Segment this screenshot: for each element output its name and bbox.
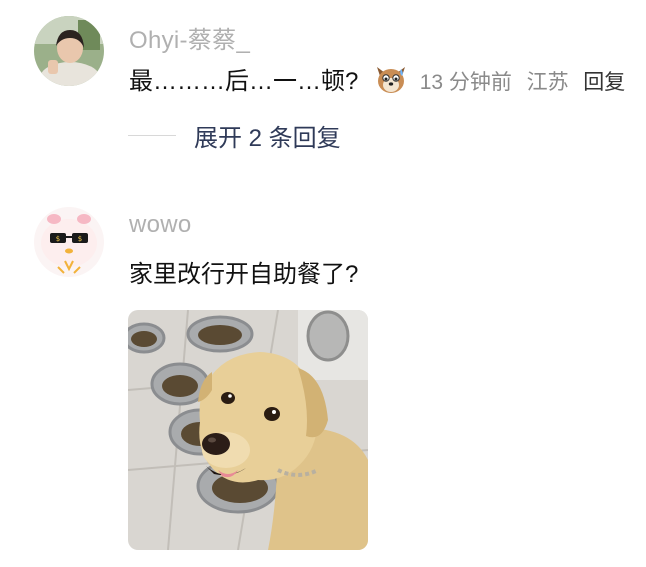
- avatar[interactable]: $ $: [34, 207, 104, 277]
- comment-time: 13 分钟前: [419, 71, 512, 94]
- comment-item: $ $ wowo 家里改行开自助餐了?: [0, 190, 646, 567]
- cartoon-avatar: $ $: [34, 207, 104, 277]
- comment-location: 江苏: [526, 71, 569, 94]
- avatar-photo: [34, 16, 104, 86]
- username[interactable]: Ohyi-蔡蔡_: [129, 20, 250, 55]
- username[interactable]: wowo: [129, 211, 192, 239]
- divider-line: [128, 135, 176, 136]
- svg-text:$: $: [56, 235, 60, 243]
- comment-text: 家里改行开自助餐了?: [129, 261, 359, 288]
- comment-item: Ohyi-蔡蔡_ 最………后…一…顿? 13 分钟前 江苏 回复 展开 2 条回…: [0, 0, 646, 170]
- reply-button[interactable]: 回复: [583, 71, 625, 94]
- expand-replies-label: 展开 2 条回复: [194, 125, 341, 152]
- svg-text:$: $: [78, 235, 82, 243]
- expand-replies-button[interactable]: 展开 2 条回复: [128, 118, 341, 153]
- dog-face-sweat-icon: [373, 63, 409, 102]
- dog-with-food-bowls-photo[interactable]: [128, 310, 368, 550]
- comment-text: 最………后…一…顿?: [129, 68, 359, 95]
- avatar[interactable]: [34, 16, 104, 86]
- comment-text-row: 最………后…一…顿? 13 分钟前 江苏 回复: [129, 61, 625, 102]
